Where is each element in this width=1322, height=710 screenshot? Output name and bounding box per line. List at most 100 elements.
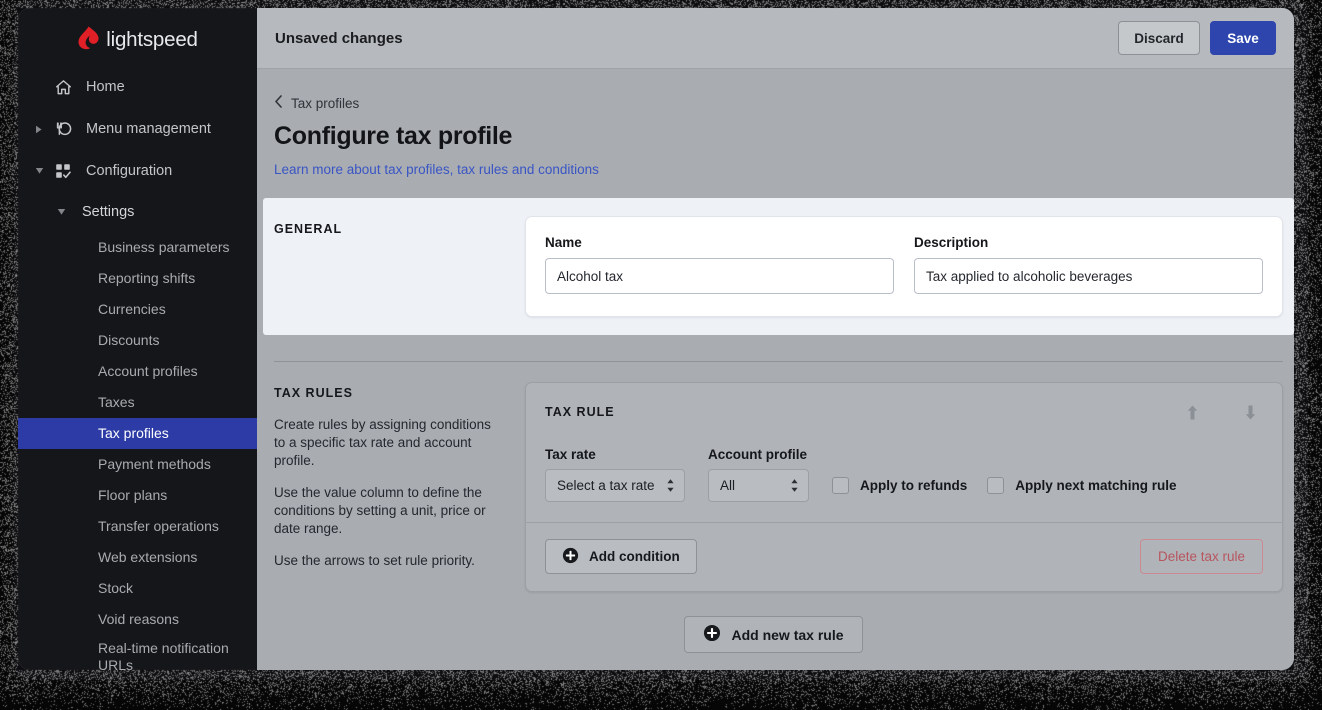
sidebar-item-tax-profiles[interactable]: Tax profiles [18, 418, 257, 449]
sidebar-item-void-reasons[interactable]: Void reasons [18, 604, 257, 635]
sidebar-item-web-extensions[interactable]: Web extensions [18, 542, 257, 573]
add-condition-label: Add condition [589, 549, 680, 564]
apply-to-refunds-checkbox[interactable]: Apply to refunds [832, 469, 967, 502]
tax-rate-group: Tax rate Select a tax rate [545, 447, 685, 502]
tax-rate-value: Select a tax rate [557, 478, 657, 493]
account-profile-value: All [720, 478, 781, 493]
sidebar-item-taxes[interactable]: Taxes [18, 387, 257, 418]
sidebar-item-account-profiles[interactable]: Account profiles [18, 356, 257, 387]
tax-rules-heading: TAX RULES [274, 386, 501, 400]
sidebar-item-label: Menu management [86, 121, 211, 137]
general-section-heading: GENERAL [263, 216, 525, 317]
description-field-group: Description [914, 235, 1263, 294]
tax-rule-heading: TAX RULE [545, 405, 1147, 419]
brand-name: lightspeed [106, 28, 197, 52]
sidebar-item-label: Configuration [86, 163, 172, 179]
breadcrumb-label: Tax profiles [291, 96, 359, 111]
sidebar-item-settings[interactable]: Settings [18, 192, 257, 232]
sidebar-subitem-label: Payment methods [98, 456, 211, 473]
menu-management-icon [50, 120, 76, 138]
sidebar-item-transfer-operations[interactable]: Transfer operations [18, 511, 257, 542]
sidebar-subitem-label: Currencies [98, 301, 166, 318]
sidebar-item-discounts[interactable]: Discounts [18, 325, 257, 356]
tax-rule-card: TAX RULE Tax rate Select a tax rate Acco… [525, 382, 1283, 592]
tax-rule-controls: Tax rate Select a tax rate Account profi… [545, 447, 1263, 502]
section-divider [274, 361, 1283, 362]
general-section: GENERAL Name Description [263, 198, 1294, 335]
checkbox-box [832, 477, 849, 494]
sidebar-subitem-label: Discounts [98, 332, 159, 349]
chevron-down-icon[interactable] [50, 208, 72, 216]
sidebar-item-label: Settings [82, 204, 134, 220]
name-field-group: Name [545, 235, 894, 294]
tax-rate-label: Tax rate [545, 447, 685, 462]
unsaved-changes-label: Unsaved changes [275, 30, 1118, 47]
sidebar-item-menu-management[interactable]: Menu management [18, 108, 257, 150]
breadcrumb-back-link[interactable]: Tax profiles [257, 69, 1294, 111]
stepper-chevrons-icon [790, 478, 799, 493]
tax-rule-header: TAX RULE [545, 399, 1263, 425]
sidebar-subitem-label: Account profiles [98, 363, 198, 380]
move-rule-down-icon[interactable] [1237, 399, 1263, 425]
sidebar-subitem-label: Business parameters [98, 239, 230, 256]
sidebar-item-business-parameters[interactable]: Business parameters [18, 232, 257, 263]
add-new-tax-rule-row: Add new tax rule [257, 616, 1294, 653]
lightspeed-flame-icon [77, 26, 99, 55]
sidebar-item-stock[interactable]: Stock [18, 573, 257, 604]
name-input[interactable] [545, 258, 894, 294]
add-new-tax-rule-label: Add new tax rule [731, 627, 843, 643]
unsaved-changes-bar: Unsaved changes Discard Save [257, 8, 1294, 69]
sidebar-item-configuration[interactable]: Configuration [18, 150, 257, 192]
add-new-tax-rule-button[interactable]: Add new tax rule [684, 616, 862, 653]
content-scroll-area: Tax profiles Configure tax profile Learn… [257, 69, 1294, 670]
sidebar-item-label: Home [86, 79, 125, 95]
configuration-icon [50, 162, 76, 180]
name-label: Name [545, 235, 894, 250]
sidebar-item-currencies[interactable]: Currencies [18, 294, 257, 325]
sidebar-subitem-label: Void reasons [98, 611, 179, 628]
brand-logo[interactable]: lightspeed [18, 8, 257, 66]
tax-rate-select[interactable]: Select a tax rate [545, 469, 685, 502]
sidebar-subitem-label: Reporting shifts [98, 270, 195, 287]
sidebar-subitem-label: Web extensions [98, 549, 197, 566]
sidebar-subitem-label: Floor plans [98, 487, 167, 504]
sidebar-subitem-label: Tax profiles [98, 425, 169, 442]
sidebar-item-reporting-shifts[interactable]: Reporting shifts [18, 263, 257, 294]
home-icon [50, 79, 76, 96]
general-fields-card: Name Description [525, 216, 1283, 317]
chevron-right-icon[interactable] [28, 125, 50, 134]
account-profile-select[interactable]: All [708, 469, 809, 502]
application-window: lightspeed Home Menu management Configur… [18, 8, 1294, 670]
tax-rules-paragraph: Create rules by assigning conditions to … [274, 416, 501, 470]
learn-more-link[interactable]: Learn more about tax profiles, tax rules… [257, 151, 1294, 177]
save-button[interactable]: Save [1210, 21, 1276, 55]
sidebar-item-floor-plans[interactable]: Floor plans [18, 480, 257, 511]
page-title: Configure tax profile [257, 111, 1294, 151]
move-rule-up-icon[interactable] [1179, 399, 1205, 425]
checkbox-box [987, 477, 1004, 494]
account-profile-group: Account profile All [708, 447, 809, 502]
sidebar-subitem-label: Real-time notification URLs [98, 640, 243, 670]
plus-circle-icon [703, 624, 721, 645]
sidebar-subitem-label: Transfer operations [98, 518, 219, 535]
discard-button[interactable]: Discard [1118, 21, 1200, 55]
main-content: Unsaved changes Discard Save Tax profile… [257, 8, 1294, 670]
tax-rules-section: TAX RULES Create rules by assigning cond… [263, 382, 1294, 592]
sidebar-item-payment-methods[interactable]: Payment methods [18, 449, 257, 480]
sidebar-item-home[interactable]: Home [18, 66, 257, 108]
add-condition-button[interactable]: Add condition [545, 539, 697, 574]
chevron-left-icon [274, 95, 283, 111]
account-profile-label: Account profile [708, 447, 809, 462]
sidebar-item-realtime-notification-urls[interactable]: Real-time notification URLs [18, 635, 257, 670]
tax-rules-paragraph: Use the arrows to set rule priority. [274, 552, 501, 570]
chevron-down-icon[interactable] [28, 167, 50, 175]
delete-tax-rule-button[interactable]: Delete tax rule [1140, 539, 1263, 574]
tax-rule-footer: Add condition Delete tax rule [526, 522, 1282, 591]
tax-rules-paragraph: Use the value column to define the condi… [274, 484, 501, 538]
stepper-chevrons-icon [666, 478, 675, 493]
description-input[interactable] [914, 258, 1263, 294]
sidebar: lightspeed Home Menu management Configur… [18, 8, 257, 670]
apply-next-matching-rule-checkbox[interactable]: Apply next matching rule [987, 469, 1176, 502]
plus-circle-icon [562, 547, 579, 567]
tax-rule-body: TAX RULE Tax rate Select a tax rate Acco… [526, 383, 1282, 522]
